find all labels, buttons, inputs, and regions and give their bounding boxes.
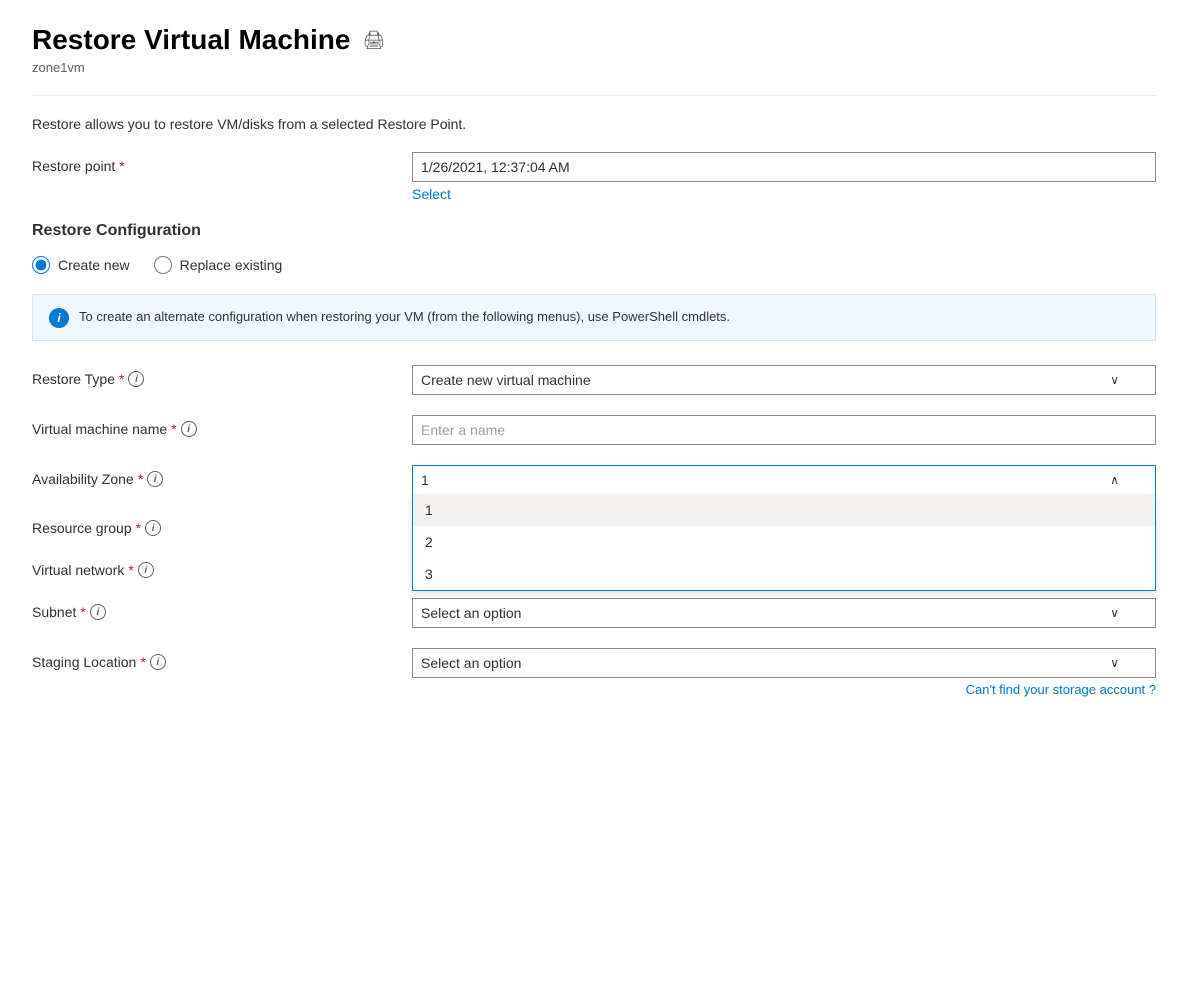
radio-replace-existing[interactable] [154, 256, 172, 274]
restore-type-value: Create new virtual machine [421, 372, 591, 388]
staging-location-dropdown[interactable]: Select an option ∨ [412, 648, 1156, 678]
restore-type-label: Restore Type * i [32, 365, 412, 387]
section-title-restore-config: Restore Configuration [32, 222, 1156, 240]
required-asterisk-vm-name: * [171, 421, 176, 437]
availability-zone-dropdown[interactable]: 1 ∧ [412, 465, 1156, 494]
availability-zone-row: Availability Zone * i 1 ∧ 1 2 3 [32, 465, 1156, 494]
virtual-network-label: Virtual network * i [32, 556, 412, 578]
radio-label-replace-existing[interactable]: Replace existing [154, 256, 283, 274]
required-asterisk-vnet: * [128, 562, 133, 578]
restore-configuration-radio-group: Create new Replace existing [32, 256, 1156, 274]
restore-point-control: 1/26/2021, 12:37:04 AM Select [412, 152, 1156, 202]
az-option-1[interactable]: 1 [413, 494, 1155, 526]
radio-replace-existing-label: Replace existing [180, 257, 283, 273]
restore-point-value: 1/26/2021, 12:37:04 AM [412, 152, 1156, 182]
chevron-up-icon: ∧ [1110, 473, 1119, 487]
info-banner: i To create an alternate configuration w… [32, 294, 1156, 341]
divider-top [32, 95, 1156, 96]
restore-point-row: Restore point * 1/26/2021, 12:37:04 AM S… [32, 152, 1156, 202]
vm-name-info-icon[interactable]: i [181, 421, 197, 437]
vm-name-input[interactable] [412, 415, 1156, 445]
availability-zone-value: 1 [421, 472, 429, 488]
vm-name-control [412, 415, 1156, 445]
cant-find-storage-link[interactable]: Can't find your storage account ? [412, 682, 1156, 697]
resource-group-label: Resource group * i [32, 514, 412, 536]
subnet-dropdown-container: Select an option ∨ [412, 598, 1156, 628]
radio-create-new[interactable] [32, 256, 50, 274]
staging-location-row: Staging Location * i Select an option ∨ … [32, 648, 1156, 697]
subnet-label: Subnet * i [32, 598, 412, 620]
radio-create-new-label: Create new [58, 257, 130, 273]
page-subtitle: zone1vm [32, 60, 1156, 75]
availability-zone-label: Availability Zone * i [32, 465, 412, 487]
print-icon[interactable]: 🖨 [362, 30, 385, 51]
vnet-info-icon[interactable]: i [138, 562, 154, 578]
page-title: Restore Virtual Machine [32, 24, 350, 56]
page-header: Restore Virtual Machine 🖨 [32, 24, 1156, 56]
restore-point-label: Restore point * [32, 152, 412, 174]
required-asterisk-rg: * [136, 520, 141, 536]
chevron-down-icon: ∨ [1110, 373, 1119, 387]
restore-type-dropdown[interactable]: Create new virtual machine ∨ [412, 365, 1156, 395]
vm-name-row: Virtual machine name * i [32, 415, 1156, 445]
subnet-dropdown[interactable]: Select an option ∨ [412, 598, 1156, 628]
staging-placeholder: Select an option [421, 655, 521, 671]
vm-name-label: Virtual machine name * i [32, 415, 412, 437]
subnet-row: Subnet * i Select an option ∨ [32, 598, 1156, 628]
info-banner-icon: i [49, 308, 69, 328]
radio-label-create-new[interactable]: Create new [32, 256, 130, 274]
required-asterisk-restore-type: * [119, 371, 124, 387]
availability-zone-menu: 1 2 3 [412, 494, 1156, 591]
availability-zone-dropdown-container: 1 ∧ 1 2 3 [412, 465, 1156, 494]
restore-type-info-icon[interactable]: i [128, 371, 144, 387]
required-asterisk-az: * [138, 471, 143, 487]
staging-location-dropdown-container: Select an option ∨ Can't find your stora… [412, 648, 1156, 697]
required-asterisk: * [119, 158, 124, 174]
chevron-down-icon-subnet: ∨ [1110, 606, 1119, 620]
info-banner-text: To create an alternate configuration whe… [79, 307, 730, 327]
subnet-info-icon[interactable]: i [90, 604, 106, 620]
page-description: Restore allows you to restore VM/disks f… [32, 116, 1156, 132]
subnet-placeholder: Select an option [421, 605, 521, 621]
az-option-2[interactable]: 2 [413, 526, 1155, 558]
required-asterisk-staging: * [140, 654, 145, 670]
chevron-down-icon-staging: ∨ [1110, 656, 1119, 670]
az-info-icon[interactable]: i [147, 471, 163, 487]
az-option-3[interactable]: 3 [413, 558, 1155, 590]
restore-type-row: Restore Type * i Create new virtual mach… [32, 365, 1156, 395]
rg-info-icon[interactable]: i [145, 520, 161, 536]
restore-type-dropdown-container: Create new virtual machine ∨ [412, 365, 1156, 395]
staging-info-icon[interactable]: i [150, 654, 166, 670]
required-asterisk-subnet: * [80, 604, 85, 620]
staging-location-label: Staging Location * i [32, 648, 412, 670]
select-link[interactable]: Select [412, 186, 1156, 202]
